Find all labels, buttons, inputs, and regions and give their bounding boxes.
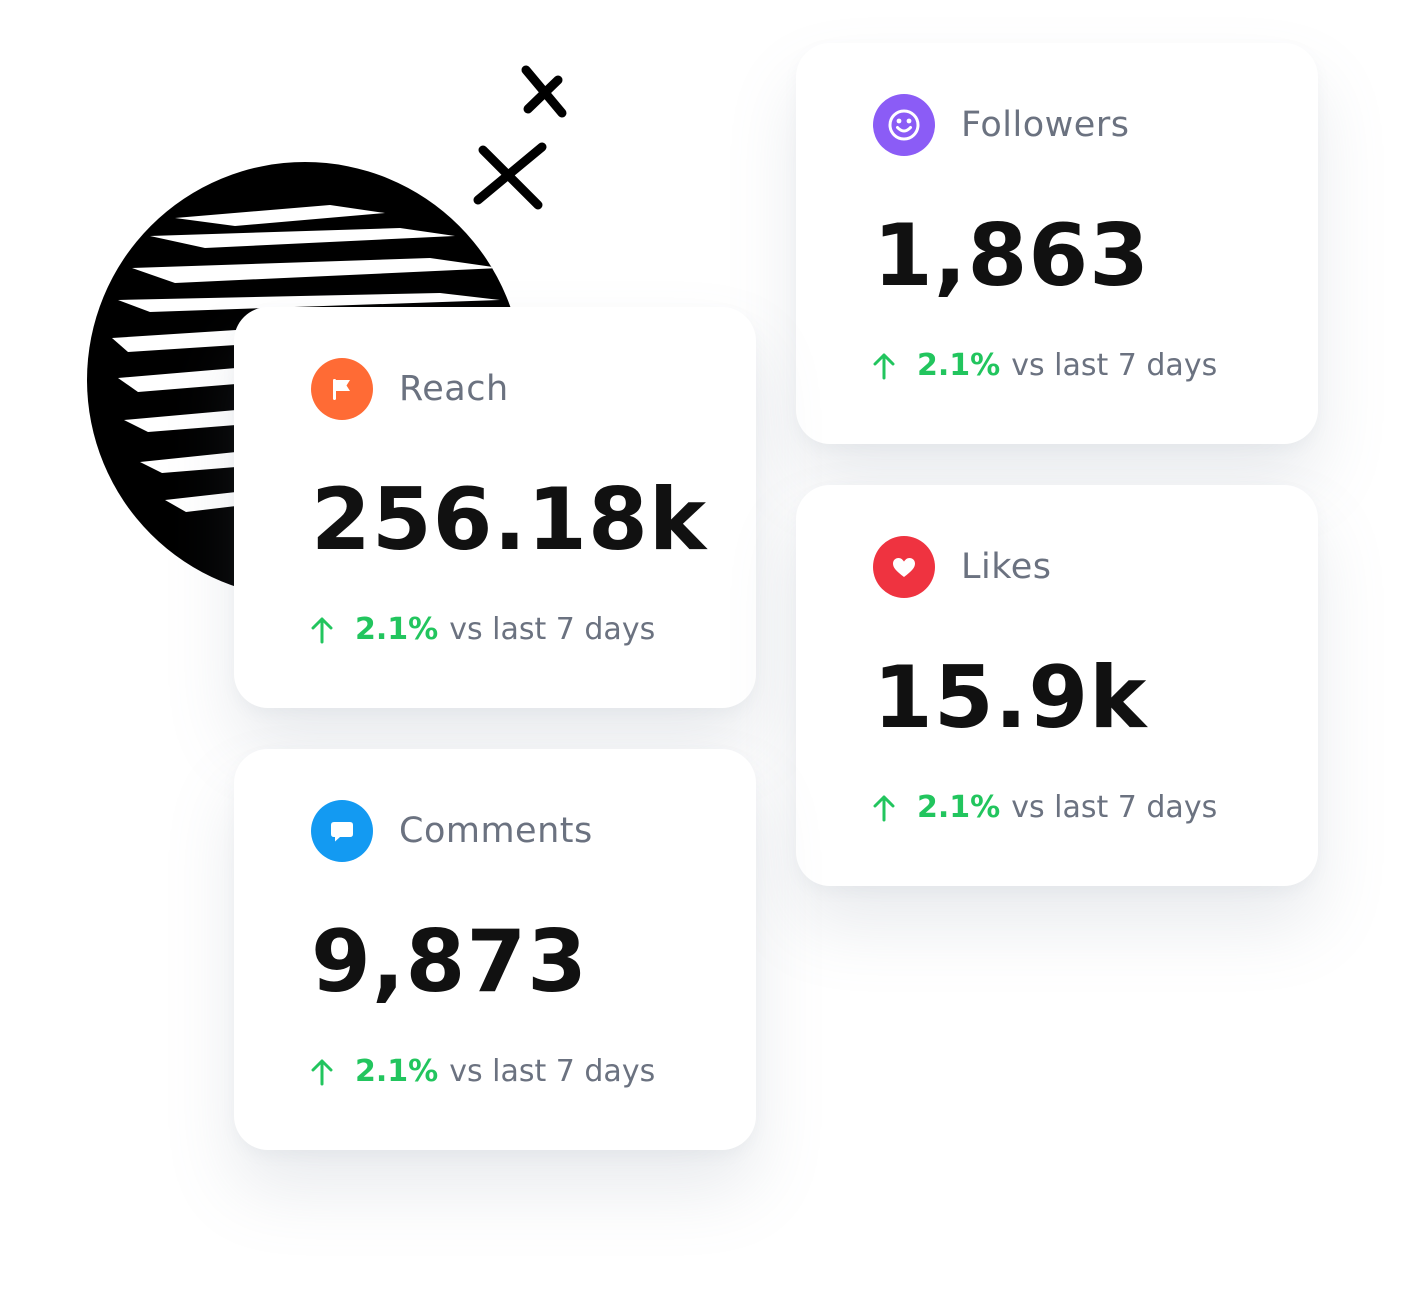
followers-header: Followers: [873, 94, 1129, 156]
comments-label: Comments: [399, 811, 593, 851]
followers-icon-badge: [873, 94, 935, 156]
followers-change-percent: 2.1%: [917, 348, 1001, 383]
speech-bubble-icon: [331, 822, 353, 842]
reach-change: 2.1% vs last 7 days: [311, 612, 655, 647]
followers-change-period: vs last 7 days: [1011, 348, 1218, 383]
comments-value: 9,873: [311, 912, 589, 1012]
likes-label: Likes: [961, 547, 1052, 587]
likes-card: Likes 15.9k 2.1% vs last 7 days: [796, 485, 1318, 886]
comments-change: 2.1% vs last 7 days: [311, 1054, 655, 1089]
followers-card: Followers 1,863 2.1% vs last 7 days: [796, 43, 1318, 444]
comments-change-percent: 2.1%: [355, 1054, 439, 1089]
arrow-up-icon: [873, 795, 895, 821]
flag-icon: [333, 379, 350, 400]
followers-value: 1,863: [873, 206, 1151, 306]
likes-change-period: vs last 7 days: [1011, 790, 1218, 825]
followers-label: Followers: [961, 105, 1130, 145]
arrow-up-icon: [311, 1059, 333, 1085]
reach-value: 256.18k: [311, 470, 708, 570]
reach-header: Reach: [311, 358, 509, 420]
reach-change-period: vs last 7 days: [449, 612, 656, 647]
comments-icon-badge: [311, 800, 373, 862]
likes-header: Likes: [873, 536, 1052, 598]
likes-icon-badge: [873, 536, 935, 598]
arrow-up-icon: [311, 617, 333, 643]
likes-change: 2.1% vs last 7 days: [873, 790, 1217, 825]
smiley-icon: [888, 109, 920, 141]
reach-icon-badge: [311, 358, 373, 420]
heart-icon: [893, 558, 915, 577]
comments-header: Comments: [311, 800, 593, 862]
followers-change: 2.1% vs last 7 days: [873, 348, 1217, 383]
reach-change-percent: 2.1%: [355, 612, 439, 647]
likes-value: 15.9k: [873, 648, 1148, 748]
arrow-up-icon: [873, 353, 895, 379]
comments-change-period: vs last 7 days: [449, 1054, 656, 1089]
reach-label: Reach: [399, 369, 509, 409]
likes-change-percent: 2.1%: [917, 790, 1001, 825]
reach-card: Reach 256.18k 2.1% vs last 7 days: [234, 307, 756, 708]
comments-card: Comments 9,873 2.1% vs last 7 days: [234, 749, 756, 1150]
stats-canvas: Followers 1,863 2.1% vs last 7 days Reac…: [0, 0, 1421, 1313]
